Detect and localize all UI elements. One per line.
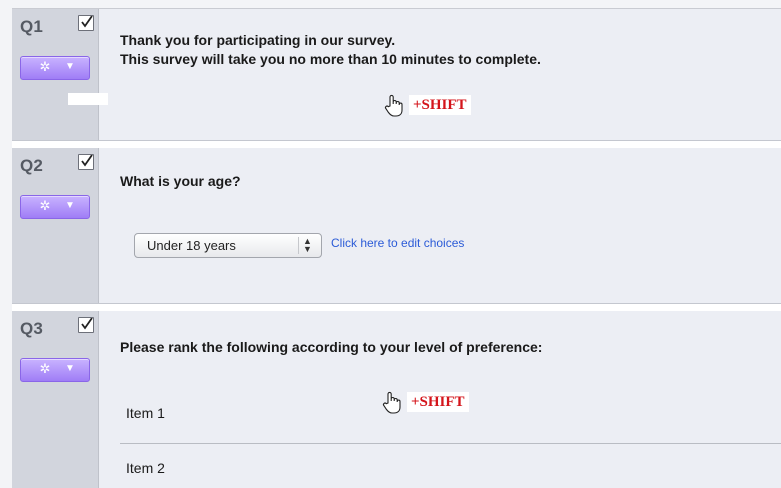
gear-icon: ✲: [39, 361, 51, 376]
survey-editor: Q1 ✲ ▼ Thank you for participating in ou…: [12, 8, 781, 488]
question-options-button[interactable]: ✲ ▼: [20, 195, 90, 219]
question-block-q1[interactable]: Q1 ✲ ▼ Thank you for participating in ou…: [12, 9, 781, 146]
checkmark-icon: [81, 318, 93, 330]
rank-item[interactable]: Item 1: [126, 405, 165, 421]
question-block-q2[interactable]: Q2 ✲ ▼ What is your age? Under 18 years …: [12, 148, 781, 309]
question-number: Q1: [20, 17, 44, 36]
question-body[interactable]: Thank you for participating in our surve…: [98, 9, 781, 140]
question-body[interactable]: Please rank the following according to y…: [98, 311, 781, 488]
question-options-button[interactable]: ✲ ▼: [20, 56, 90, 80]
age-select[interactable]: Under 18 years ▲ ▼: [134, 233, 322, 258]
question-text-line: Thank you for participating in our surve…: [120, 32, 396, 48]
question-text-line: What is your age?: [120, 173, 241, 189]
question-checkbox[interactable]: [78, 317, 94, 333]
hand-pointer-icon: [382, 391, 401, 414]
select-arrows-icon: ▲ ▼: [298, 237, 315, 254]
question-text-line: Please rank the following according to y…: [120, 339, 543, 355]
question-body[interactable]: What is your age? Under 18 years ▲ ▼ Clic…: [98, 148, 781, 303]
question-number: Q3: [20, 319, 44, 338]
divider: [120, 443, 781, 444]
select-value: Under 18 years: [147, 238, 236, 253]
checkmark-icon: [81, 155, 93, 167]
question-number: Q2: [20, 156, 44, 175]
cursor-hint: +SHIFT: [382, 390, 469, 414]
hand-pointer-icon: [384, 94, 403, 117]
shift-modifier-label: +SHIFT: [409, 95, 471, 115]
shift-modifier-label: +SHIFT: [407, 392, 469, 412]
gear-icon: ✲: [39, 198, 51, 213]
question-options-button[interactable]: ✲ ▼: [20, 358, 90, 382]
chevron-down-icon: ▼: [65, 61, 75, 72]
question-checkbox[interactable]: [78, 154, 94, 170]
edit-choices-link[interactable]: Click here to edit choices: [331, 236, 464, 250]
rank-item[interactable]: Item 2: [126, 460, 165, 476]
chevron-down-icon: ▼: [65, 363, 75, 374]
question-block-q3[interactable]: Q3 ✲ ▼ Please rank the following accordi…: [12, 311, 781, 488]
question-sidebar: Q1 ✲ ▼: [12, 9, 108, 140]
question-checkbox[interactable]: [78, 15, 94, 31]
cursor-hint: +SHIFT: [384, 93, 471, 117]
question-text-line: This survey will take you no more than 1…: [120, 51, 541, 67]
question-sidebar: Q2 ✲ ▼: [12, 148, 99, 303]
chevron-down-icon: ▼: [65, 200, 75, 211]
question-sidebar: Q3 ✲ ▼: [12, 311, 99, 488]
gear-icon: ✲: [39, 59, 51, 74]
checkmark-icon: [81, 16, 93, 28]
